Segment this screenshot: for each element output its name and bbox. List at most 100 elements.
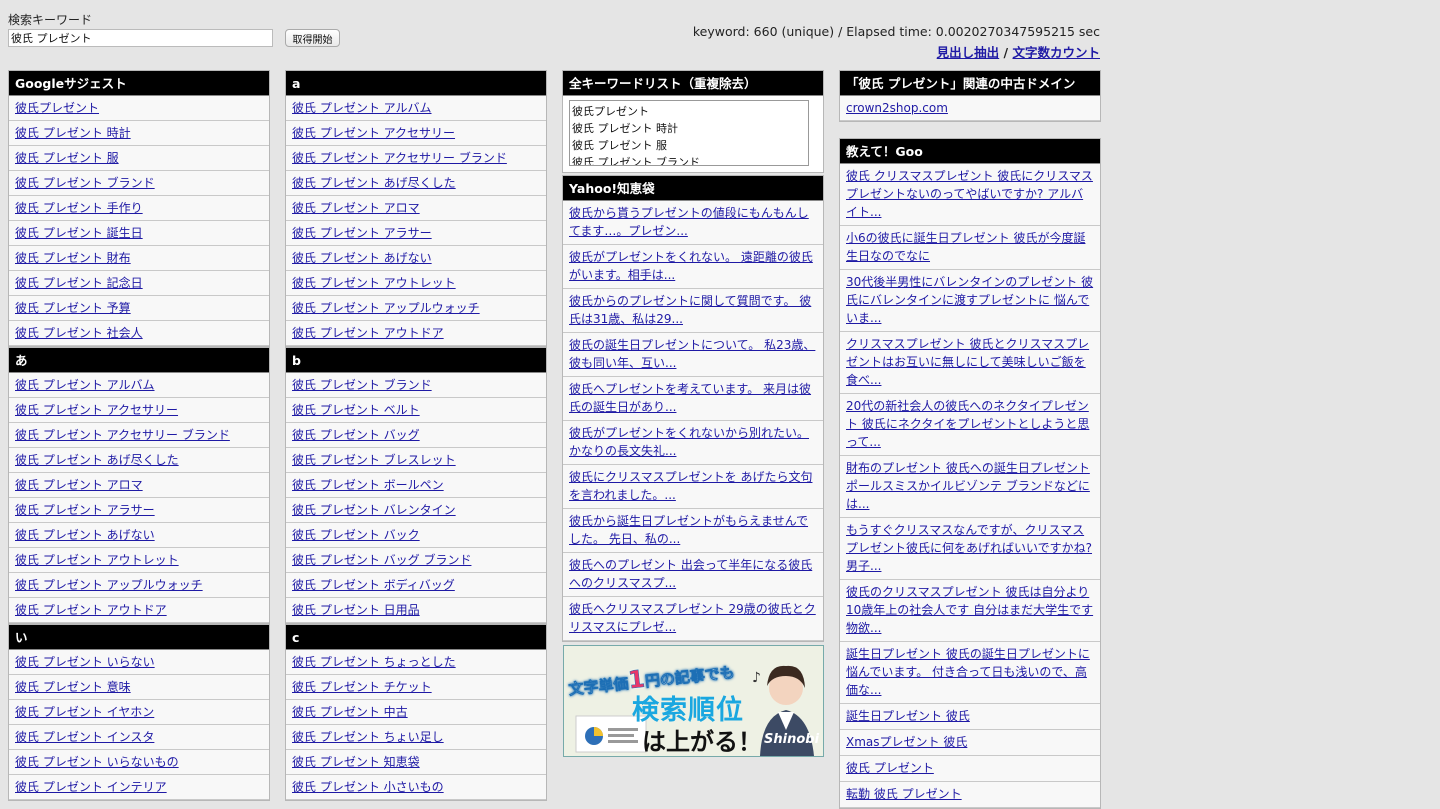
keyword-link[interactable]: 彼氏 プレゼント アクセサリー bbox=[292, 126, 455, 140]
keyword-link[interactable]: 彼氏 プレゼント 誕生日 bbox=[15, 226, 143, 240]
keyword-link[interactable]: 彼氏 プレゼント 意味 bbox=[15, 680, 131, 694]
question-link[interactable]: 30代後半男性にバレンタインのプレゼント 彼氏にバレンタインに渡すプレゼントに … bbox=[846, 275, 1093, 325]
list-item: 彼氏 プレゼント ブランド bbox=[286, 373, 546, 398]
list-item: 彼氏からのプレゼントに関して質問です。 彼氏は31歳、私は29... bbox=[563, 289, 823, 333]
goo-header: 教えて！Goo bbox=[840, 139, 1100, 164]
keyword-link[interactable]: 彼氏 プレゼント アップルウォッチ bbox=[292, 301, 480, 315]
keyword-link[interactable]: 彼氏 プレゼント インスタ bbox=[15, 730, 154, 744]
keyword-link[interactable]: 彼氏 プレゼント 財布 bbox=[15, 251, 131, 265]
keyword-link[interactable]: 彼氏 プレゼント ブランド bbox=[15, 176, 155, 190]
keyword-link[interactable]: 彼氏 プレゼント 社会人 bbox=[15, 326, 143, 340]
keyword-link[interactable]: 彼氏 プレゼント いらないもの bbox=[15, 755, 179, 769]
keyword-link[interactable]: 彼氏 プレゼント 小さいもの bbox=[292, 780, 444, 794]
list-item: 彼氏 プレゼント いらないもの bbox=[9, 750, 269, 775]
question-link[interactable]: 彼氏からのプレゼントに関して質問です。 彼氏は31歳、私は29... bbox=[569, 294, 811, 326]
keyword-link[interactable]: 彼氏 プレゼント アウトドア bbox=[292, 326, 444, 340]
keyword-link[interactable]: 彼氏 プレゼント チケット bbox=[292, 680, 432, 694]
heading-extract-link[interactable]: 見出し抽出 bbox=[937, 45, 1000, 60]
question-link[interactable]: 彼氏へのプレゼント 出会って半年になる彼氏へのクリスマスプ... bbox=[569, 558, 812, 590]
keyword-link[interactable]: 彼氏 プレゼント インテリア bbox=[15, 780, 167, 794]
shinobi-ad-banner[interactable]: ♪ 文字単価1円の記事でも 検索順位 は上がる！ Shinobi bbox=[563, 645, 824, 757]
keyword-link[interactable]: 彼氏 プレゼント アウトドア bbox=[15, 603, 167, 617]
yahoo-header: Yahoo!知恵袋 bbox=[563, 176, 823, 201]
keyword-link[interactable]: 彼氏 プレゼント バック bbox=[292, 528, 420, 542]
domain-link[interactable]: crown2shop.com bbox=[846, 101, 948, 115]
keyword-link[interactable]: 彼氏 プレゼント いらない bbox=[15, 655, 155, 669]
fetch-button[interactable]: 取得開始 bbox=[285, 29, 340, 47]
keyword-link[interactable]: 彼氏 プレゼント あげ尽くした bbox=[292, 176, 456, 190]
keyword-link[interactable]: 彼氏 プレゼント アクセサリー bbox=[15, 403, 178, 417]
alpha-suggest-section-header: a bbox=[286, 71, 546, 96]
keyword-link[interactable]: 彼氏 プレゼント アラサー bbox=[15, 503, 155, 517]
keyword-link[interactable]: 彼氏 プレゼント アクセサリー ブランド bbox=[15, 428, 230, 442]
question-link[interactable]: 誕生日プレゼント 彼氏の誕生日プレゼントに悩んでいます。 付き合って日も浅いので… bbox=[846, 647, 1090, 697]
question-link[interactable]: 彼氏がプレゼントをくれないから別れたい。 かなりの長文失礼... bbox=[569, 426, 809, 458]
keyword-link[interactable]: 彼氏 プレゼント あげない bbox=[15, 528, 155, 542]
keyword-link[interactable]: 彼氏 プレゼント アラサー bbox=[292, 226, 432, 240]
question-link[interactable]: 誕生日プレゼント 彼氏 bbox=[846, 709, 970, 723]
keyword-link[interactable]: 彼氏 プレゼント 手作り bbox=[15, 201, 143, 215]
char-count-link[interactable]: 文字数カウント bbox=[1012, 45, 1100, 60]
keyword-link[interactable]: 彼氏 プレゼント 知恵袋 bbox=[292, 755, 420, 769]
keyword-link[interactable]: 彼氏 プレゼント イヤホン bbox=[15, 705, 154, 719]
keyword-link[interactable]: 彼氏プレゼント bbox=[15, 101, 99, 115]
keyword-link[interactable]: 彼氏 プレゼント アルバム bbox=[15, 378, 155, 392]
question-link[interactable]: 彼氏へプレゼントを考えています。 来月は彼氏の誕生日があり... bbox=[569, 382, 811, 414]
keyword-link[interactable]: 彼氏 プレゼント アロマ bbox=[15, 478, 143, 492]
keyword-link[interactable]: 彼氏 プレゼント 時計 bbox=[15, 126, 131, 140]
alpha-suggest-section: b 彼氏 プレゼント ブランド 彼氏 プレゼント ベルト 彼氏 プレゼント バッグ 彼氏… bbox=[285, 347, 547, 624]
keyword-link[interactable]: 彼氏 プレゼント 中古 bbox=[292, 705, 408, 719]
question-link[interactable]: 彼氏にクリスマスプレゼントを あげたら文句を言われました。... bbox=[569, 470, 812, 502]
all-keywords-textarea[interactable] bbox=[569, 100, 809, 166]
keyword-link[interactable]: 彼氏 プレゼント ちょっとした bbox=[292, 655, 456, 669]
keyword-link[interactable]: 彼氏 プレゼント バレンタイン bbox=[292, 503, 456, 517]
question-link[interactable]: 彼氏のクリスマスプレゼント 彼氏は自分より10歳年上の社会人です 自分はまだ大学… bbox=[846, 585, 1093, 635]
list-item: 彼氏 プレゼント アルバム bbox=[286, 96, 546, 121]
list-item: 彼氏 プレゼント インテリア bbox=[9, 775, 269, 800]
list-item: 彼氏 プレゼント アウトレット bbox=[9, 548, 269, 573]
question-link[interactable]: 彼氏へクリスマスプレゼント 29歳の彼氏とクリスマスにプレゼ... bbox=[569, 602, 816, 634]
list-item: 彼氏プレゼント bbox=[9, 96, 269, 121]
keyword-link[interactable]: 彼氏 プレゼント アップルウォッチ bbox=[15, 578, 203, 592]
question-link[interactable]: Xmasプレゼント 彼氏 bbox=[846, 735, 967, 749]
keyword-link[interactable]: 彼氏 プレゼント ボディバッグ bbox=[292, 578, 455, 592]
keyword-input[interactable] bbox=[8, 29, 273, 47]
question-link[interactable]: 転勤 彼氏 プレゼント bbox=[846, 787, 962, 801]
keyword-link[interactable]: 彼氏 プレゼント ベルト bbox=[292, 403, 420, 417]
list-item: 彼氏の誕生日プレゼントについて。 私23歳、彼も同い年、互い... bbox=[563, 333, 823, 377]
keyword-link[interactable]: 彼氏 プレゼント ブレスレット bbox=[292, 453, 456, 467]
question-link[interactable]: もうすぐクリスマスなんですが、クリスマスプレゼント彼氏に何をあげればいいですかね… bbox=[846, 523, 1092, 573]
keyword-link[interactable]: 彼氏 プレゼント あげない bbox=[292, 251, 432, 265]
question-link[interactable]: 20代の新社会人の彼氏へのネクタイプレゼント 彼氏にネクタイをプレゼントとしよう… bbox=[846, 399, 1089, 449]
question-link[interactable]: 小6の彼氏に誕生日プレゼント 彼氏が今度誕生日なのでなに bbox=[846, 231, 1085, 263]
keyword-link[interactable]: 彼氏 プレゼント 予算 bbox=[15, 301, 131, 315]
keyword-link[interactable]: 彼氏 プレゼント 服 bbox=[15, 151, 119, 165]
keyword-list-column: 全キーワードリスト（重複除去） Yahoo!知恵袋 彼氏から貰うプレゼントの値段… bbox=[562, 70, 824, 642]
keyword-link[interactable]: 彼氏 プレゼント アウトレット bbox=[15, 553, 179, 567]
keyword-link[interactable]: 彼氏 プレゼント バッグ ブランド bbox=[292, 553, 471, 567]
list-item: 彼氏 プレゼント イヤホン bbox=[9, 700, 269, 725]
question-link[interactable]: 彼氏から貰うプレゼントの値段にもんもんしてます…。プレゼン... bbox=[569, 206, 809, 238]
keyword-link[interactable]: 彼氏 プレゼント アクセサリー ブランド bbox=[292, 151, 507, 165]
keyword-link[interactable]: 彼氏 プレゼント アウトレット bbox=[292, 276, 456, 290]
question-link[interactable]: 彼氏 クリスマスプレゼント 彼氏にクリスマスプレゼントないのってやばいですか? … bbox=[846, 169, 1093, 219]
keyword-link[interactable]: 彼氏 プレゼント 日用品 bbox=[292, 603, 420, 617]
keyword-link[interactable]: 彼氏 プレゼント ボールペン bbox=[292, 478, 444, 492]
keyword-link[interactable]: 彼氏 プレゼント 記念日 bbox=[15, 276, 143, 290]
list-item: 彼氏 プレゼント bbox=[840, 756, 1100, 782]
list-item: 彼氏 プレゼント 日用品 bbox=[286, 598, 546, 623]
keyword-link[interactable]: 彼氏 プレゼント アルバム bbox=[292, 101, 432, 115]
keyword-link[interactable]: 彼氏 プレゼント アロマ bbox=[292, 201, 420, 215]
keyword-link[interactable]: 彼氏 プレゼント ちょい足し bbox=[292, 730, 444, 744]
keyword-link[interactable]: 彼氏 プレゼント バッグ bbox=[292, 428, 420, 442]
question-link[interactable]: 彼氏 プレゼント bbox=[846, 761, 934, 775]
question-link[interactable]: クリスマスプレゼント 彼氏とクリスマスプレゼントはお互いに無しにして美味しいご飯… bbox=[846, 337, 1089, 387]
keyword-link[interactable]: 彼氏 プレゼント ブランド bbox=[292, 378, 432, 392]
question-link[interactable]: 財布のプレゼント 彼氏への誕生日プレゼントポールスミスかイルビゾンテ ブランドな… bbox=[846, 461, 1090, 511]
question-link[interactable]: 彼氏がプレゼントをくれない。 遠距離の彼氏がいます。相手は... bbox=[569, 250, 813, 282]
question-link[interactable]: 彼氏から誕生日プレゼントがもらえませんでした。 先日、私の... bbox=[569, 514, 808, 546]
keyword-link[interactable]: 彼氏 プレゼント あげ尽くした bbox=[15, 453, 179, 467]
list-item: 彼氏 プレゼント 中古 bbox=[286, 700, 546, 725]
question-link[interactable]: 彼氏の誕生日プレゼントについて。 私23歳、彼も同い年、互い... bbox=[569, 338, 815, 370]
list-item: 彼氏 プレゼント アップルウォッチ bbox=[9, 573, 269, 598]
